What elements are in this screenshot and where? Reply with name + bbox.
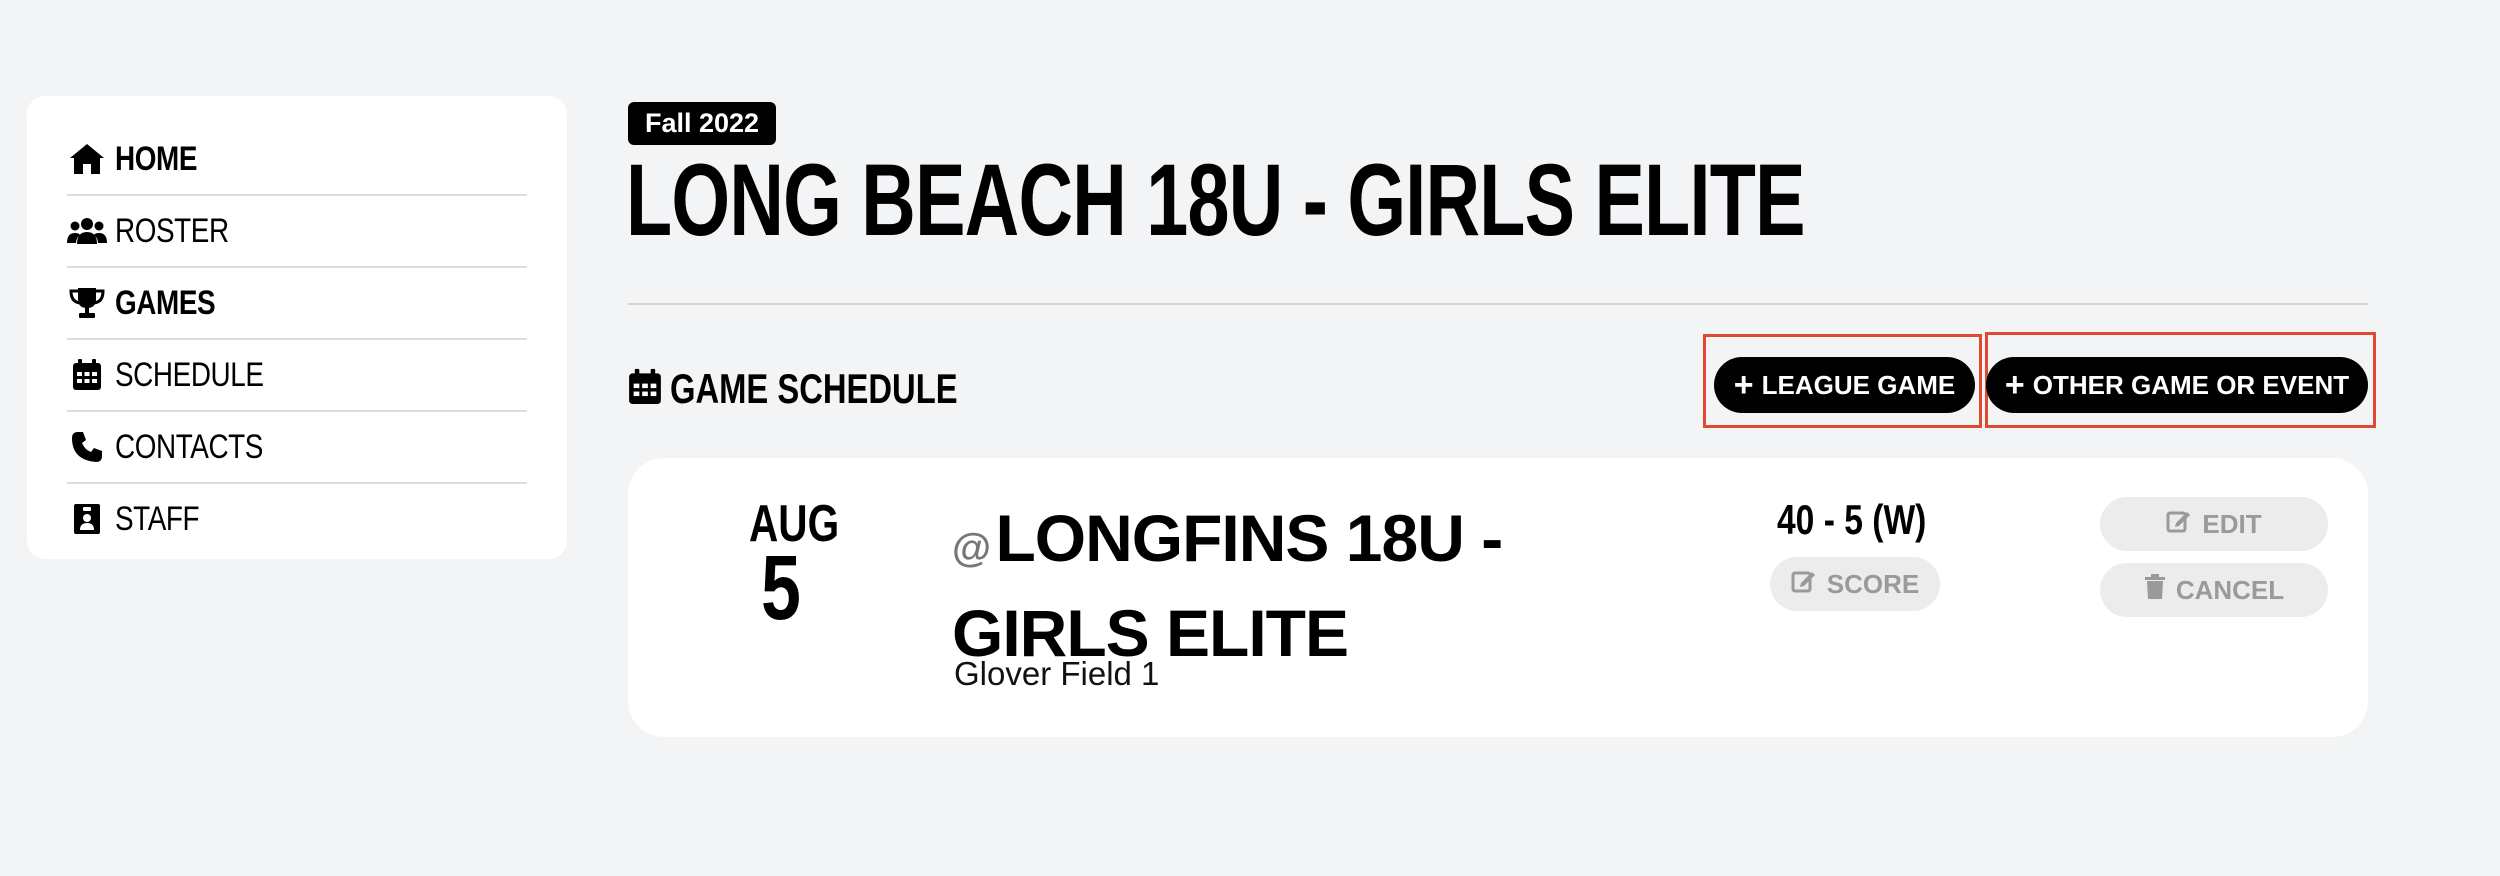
add-other-game-or-event-button[interactable]: + OTHER GAME OR EVENT bbox=[1986, 357, 2368, 413]
users-icon bbox=[67, 214, 107, 248]
game-venue: Glover Field 1 bbox=[954, 655, 1160, 692]
section-title: GAME SCHEDULE bbox=[670, 365, 958, 412]
button-label: LEAGUE GAME bbox=[1761, 369, 1956, 400]
button-label: EDIT bbox=[2202, 508, 2262, 539]
edit-icon bbox=[1791, 568, 1827, 601]
sidebar-item-contacts[interactable]: CONTACTS bbox=[67, 412, 527, 484]
sidebar-item-roster[interactable]: ROSTER bbox=[67, 196, 527, 268]
phone-icon bbox=[67, 430, 107, 464]
season-badge: Fall 2022 bbox=[628, 102, 777, 145]
away-indicator: @ bbox=[952, 526, 992, 570]
calendar-icon bbox=[628, 368, 662, 411]
plus-icon: + bbox=[2004, 366, 2025, 404]
sidebar-item-schedule[interactable]: SCHEDULE bbox=[67, 340, 527, 412]
button-label: SCORE bbox=[1826, 568, 1920, 599]
id-badge-icon bbox=[67, 502, 107, 536]
sidebar-item-label: CONTACTS bbox=[115, 427, 263, 466]
page-title: LONG BEACH 18U - GIRLS ELITE bbox=[626, 143, 1805, 257]
calendar-icon bbox=[67, 358, 107, 392]
opponent-name: LONGFINS 18U - GIRLS ELITE bbox=[952, 501, 1503, 670]
sidebar-item-label: STAFF bbox=[115, 499, 200, 538]
add-league-game-button[interactable]: + LEAGUE GAME bbox=[1714, 357, 1975, 413]
sidebar-item-label: GAMES bbox=[115, 283, 216, 322]
score-button[interactable]: SCORE bbox=[1770, 557, 1940, 611]
sidebar-item-staff[interactable]: STAFF bbox=[67, 484, 527, 554]
sidebar-item-games[interactable]: GAMES bbox=[67, 268, 527, 340]
sidebar-item-label: HOME bbox=[115, 139, 197, 178]
cancel-button[interactable]: CANCEL bbox=[2100, 563, 2328, 617]
game-date-day: 5 bbox=[761, 537, 801, 639]
home-icon bbox=[67, 142, 107, 176]
game-score: 40 - 5 (W) bbox=[1777, 496, 1927, 543]
game-schedule-heading: GAME SCHEDULE bbox=[628, 365, 1039, 412]
edit-icon bbox=[2166, 508, 2202, 541]
sidebar-item-home[interactable]: HOME bbox=[67, 124, 527, 196]
trophy-icon bbox=[67, 286, 107, 320]
plus-icon: + bbox=[1733, 366, 1754, 404]
sidebar-item-label: SCHEDULE bbox=[115, 355, 264, 394]
trash-icon bbox=[2144, 573, 2176, 607]
button-label: OTHER GAME OR EVENT bbox=[2032, 369, 2350, 400]
sidebar-item-label: ROSTER bbox=[115, 211, 229, 250]
divider bbox=[628, 303, 2368, 305]
sidebar-nav: HOME ROSTER GAMES SCHEDULE CONTACTS STAF… bbox=[27, 96, 567, 559]
edit-button[interactable]: EDIT bbox=[2100, 497, 2328, 551]
button-label: CANCEL bbox=[2175, 574, 2285, 605]
